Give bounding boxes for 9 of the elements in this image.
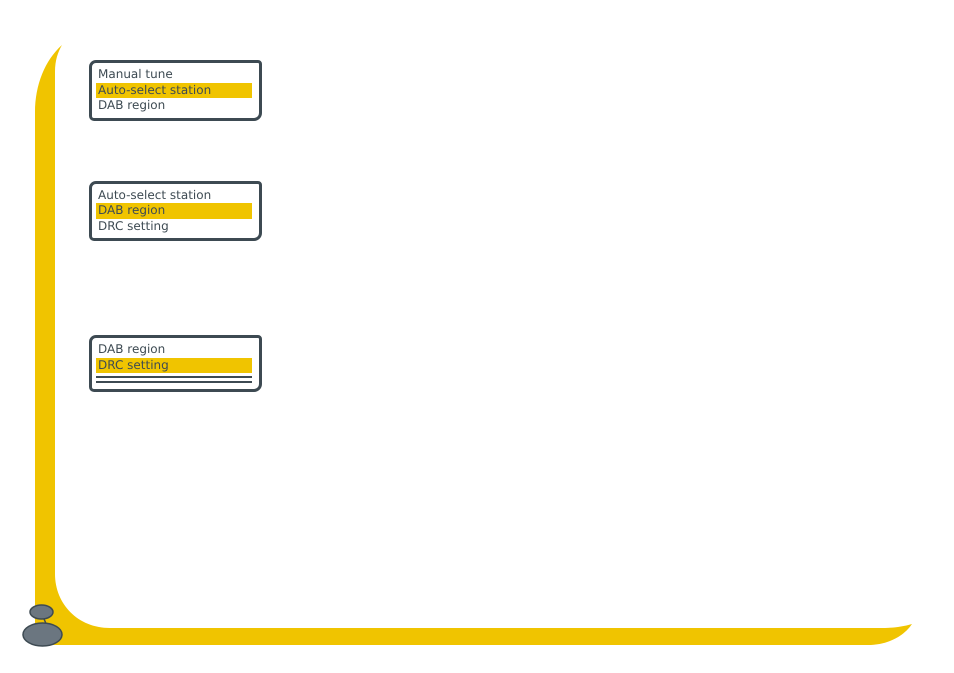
page-marker-icon	[22, 604, 63, 647]
menu-item[interactable]: DRC setting	[96, 218, 252, 234]
menu-item[interactable]: Auto-select station	[96, 188, 252, 203]
menu-item[interactable]: DRC setting	[96, 358, 252, 373]
menu-item[interactable]: Manual tune	[96, 67, 252, 82]
menu-item[interactable]: Auto-select station	[96, 82, 252, 98]
menu-item[interactable]: DAB region	[96, 98, 252, 114]
menu-item[interactable]: DAB region	[96, 342, 252, 358]
menu-item[interactable]: DAB region	[96, 203, 252, 218]
